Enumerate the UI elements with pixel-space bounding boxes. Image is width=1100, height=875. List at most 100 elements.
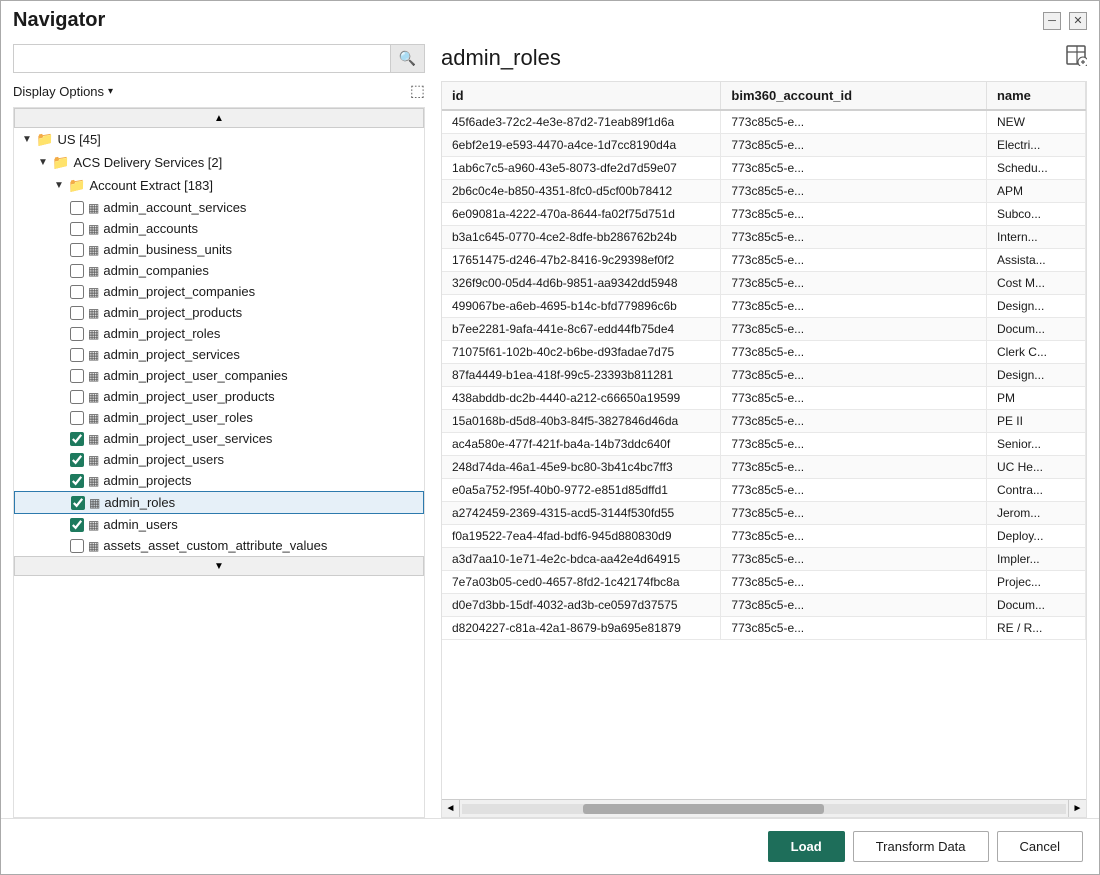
tree-toggle-acs[interactable]: ▼ bbox=[38, 157, 52, 168]
table-row[interactable]: 248d74da-46a1-45e9-bc80-3b41c4bc7ff3773c… bbox=[442, 456, 1086, 479]
cell-id: ac4a580e-477f-421f-ba4a-14b73ddc640f bbox=[442, 433, 721, 456]
table-row[interactable]: b3a1c645-0770-4ce2-8dfe-bb286762b24b773c… bbox=[442, 226, 1086, 249]
table-row[interactable]: e0a5a752-f95f-40b0-9772-e851d85dffd1773c… bbox=[442, 479, 1086, 502]
table-row[interactable]: 7e7a03b05-ced0-4657-8fd2-1c42174fbc8a773… bbox=[442, 571, 1086, 594]
tree-item-admin-account-services[interactable]: ▦ admin_account_services bbox=[14, 197, 424, 218]
table-row[interactable]: 499067be-a6eb-4695-b14c-bfd779896c6b773c… bbox=[442, 295, 1086, 318]
search-button[interactable]: 🔍 bbox=[390, 45, 424, 72]
checkbox-admin-users[interactable] bbox=[70, 518, 84, 532]
cell-name: Jerom... bbox=[986, 502, 1085, 525]
checkbox-admin-project-user-products[interactable] bbox=[70, 390, 84, 404]
tree-item-acs[interactable]: ▼ 📁 ACS Delivery Services [2] bbox=[14, 151, 424, 174]
table-row[interactable]: 1ab6c7c5-a960-43e5-8073-dfe2d7d59e07773c… bbox=[442, 157, 1086, 180]
tree-item-admin-companies[interactable]: ▦ admin_companies bbox=[14, 260, 424, 281]
search-input[interactable] bbox=[14, 46, 390, 71]
tree-item-assets-custom[interactable]: ▦ assets_asset_custom_attribute_values bbox=[14, 535, 424, 556]
table-row[interactable]: 6e09081a-4222-470a-8644-fa02f75d751d773c… bbox=[442, 203, 1086, 226]
tree-item-account-extract[interactable]: ▼ 📁 Account Extract [183] bbox=[14, 174, 424, 197]
scroll-thumb[interactable] bbox=[583, 804, 825, 814]
checkbox-admin-projects[interactable] bbox=[70, 474, 84, 488]
cell-bim360: 773c85c5-e... bbox=[721, 525, 987, 548]
select-all-icon[interactable]: ⬚ bbox=[410, 81, 425, 101]
tree-item-admin-project-products[interactable]: ▦ admin_project_products bbox=[14, 302, 424, 323]
table-row[interactable]: d0e7d3bb-15df-4032-ad3b-ce0597d37575773c… bbox=[442, 594, 1086, 617]
checkbox-admin-project-products[interactable] bbox=[70, 306, 84, 320]
tree-item-admin-project-users[interactable]: ▦ admin_project_users bbox=[14, 449, 424, 470]
preview-table-icon[interactable] bbox=[1065, 44, 1087, 71]
tree-scroll-up[interactable]: ▲ bbox=[14, 108, 424, 128]
label-admin-project-user-companies: admin_project_user_companies bbox=[103, 368, 287, 383]
scroll-left-button[interactable]: ◄ bbox=[442, 800, 460, 818]
tree-item-admin-accounts[interactable]: ▦ admin_accounts bbox=[14, 218, 424, 239]
tree-toggle-us[interactable]: ▼ bbox=[22, 134, 36, 145]
cell-bim360: 773c85c5-e... bbox=[721, 226, 987, 249]
table-row[interactable]: 6ebf2e19-e593-4470-a4ce-1d7cc8190d4a773c… bbox=[442, 134, 1086, 157]
checkbox-admin-project-users[interactable] bbox=[70, 453, 84, 467]
close-button[interactable]: ✕ bbox=[1069, 12, 1087, 30]
cell-id: 17651475-d246-47b2-8416-9c29398ef0f2 bbox=[442, 249, 721, 272]
table-icon: ▦ bbox=[88, 285, 99, 299]
table-icon: ▦ bbox=[88, 474, 99, 488]
tree-item-admin-project-user-companies[interactable]: ▦ admin_project_user_companies bbox=[14, 365, 424, 386]
table-header-row: id bim360_account_id name bbox=[442, 82, 1086, 110]
checkbox-admin-project-user-companies[interactable] bbox=[70, 369, 84, 383]
tree-item-admin-users[interactable]: ▦ admin_users bbox=[14, 514, 424, 535]
checkbox-admin-account-services[interactable] bbox=[70, 201, 84, 215]
display-options-button[interactable]: Display Options ▾ bbox=[13, 84, 113, 99]
tree-container[interactable]: ▲ ▼ 📁 US [45] ▼ 📁 ACS Delivery Services … bbox=[13, 107, 425, 818]
tree-item-admin-project-companies[interactable]: ▦ admin_project_companies bbox=[14, 281, 424, 302]
table-row[interactable]: b7ee2281-9afa-441e-8c67-edd44fb75de4773c… bbox=[442, 318, 1086, 341]
checkbox-admin-project-services[interactable] bbox=[70, 348, 84, 362]
tree-item-admin-project-user-products[interactable]: ▦ admin_project_user_products bbox=[14, 386, 424, 407]
checkbox-admin-companies[interactable] bbox=[70, 264, 84, 278]
cell-id: 45f6ade3-72c2-4e3e-87d2-71eab89f1d6a bbox=[442, 110, 721, 134]
tree-item-admin-project-roles[interactable]: ▦ admin_project_roles bbox=[14, 323, 424, 344]
table-row[interactable]: 326f9c00-05d4-4d6b-9851-aa9342dd5948773c… bbox=[442, 272, 1086, 295]
tree-item-admin-project-user-services[interactable]: ▦ admin_project_user_services bbox=[14, 428, 424, 449]
table-row[interactable]: ac4a580e-477f-421f-ba4a-14b73ddc640f773c… bbox=[442, 433, 1086, 456]
tree-scroll-down[interactable]: ▼ bbox=[14, 556, 424, 576]
tree-item-admin-projects[interactable]: ▦ admin_projects bbox=[14, 470, 424, 491]
checkbox-assets-custom[interactable] bbox=[70, 539, 84, 553]
tree-item-admin-roles[interactable]: ▦ admin_roles bbox=[14, 491, 424, 514]
table-row[interactable]: a2742459-2369-4315-acd5-3144f530fd55773c… bbox=[442, 502, 1086, 525]
table-row[interactable]: 2b6c0c4e-b850-4351-8fc0-d5cf00b78412773c… bbox=[442, 180, 1086, 203]
cell-name: Projec... bbox=[986, 571, 1085, 594]
col-header-name: name bbox=[986, 82, 1085, 110]
cell-name: RE / R... bbox=[986, 617, 1085, 640]
tree-item-admin-project-user-roles[interactable]: ▦ admin_project_user_roles bbox=[14, 407, 424, 428]
table-row[interactable]: 45f6ade3-72c2-4e3e-87d2-71eab89f1d6a773c… bbox=[442, 110, 1086, 134]
table-icon: ▦ bbox=[88, 453, 99, 467]
checkbox-admin-project-user-roles[interactable] bbox=[70, 411, 84, 425]
checkbox-admin-roles[interactable] bbox=[71, 496, 85, 510]
cancel-button[interactable]: Cancel bbox=[997, 831, 1083, 862]
checkbox-admin-project-roles[interactable] bbox=[70, 327, 84, 341]
table-row[interactable]: 15a0168b-d5d8-40b3-84f5-3827846d46da773c… bbox=[442, 410, 1086, 433]
tree-toggle-account-extract[interactable]: ▼ bbox=[54, 180, 68, 191]
transform-data-button[interactable]: Transform Data bbox=[853, 831, 989, 862]
minimize-button[interactable]: ─ bbox=[1043, 12, 1061, 30]
tree-item-us[interactable]: ▼ 📁 US [45] bbox=[14, 128, 424, 151]
checkbox-admin-accounts[interactable] bbox=[70, 222, 84, 236]
table-row[interactable]: 438abddb-dc2b-4440-a212-c66650a19599773c… bbox=[442, 387, 1086, 410]
checkbox-admin-project-companies[interactable] bbox=[70, 285, 84, 299]
table-row[interactable]: 17651475-d246-47b2-8416-9c29398ef0f2773c… bbox=[442, 249, 1086, 272]
checkbox-admin-project-user-services[interactable] bbox=[70, 432, 84, 446]
table-icon: ▦ bbox=[88, 348, 99, 362]
scroll-right-button[interactable]: ► bbox=[1068, 800, 1086, 818]
cell-id: d0e7d3bb-15df-4032-ad3b-ce0597d37575 bbox=[442, 594, 721, 617]
table-row[interactable]: d8204227-c81a-42a1-8679-b9a695e81879773c… bbox=[442, 617, 1086, 640]
table-row[interactable]: a3d7aa10-1e71-4e2c-bdca-aa42e4d64915773c… bbox=[442, 548, 1086, 571]
load-button[interactable]: Load bbox=[768, 831, 845, 862]
table-row[interactable]: f0a19522-7ea4-4fad-bdf6-945d880830d9773c… bbox=[442, 525, 1086, 548]
table-icon: ▦ bbox=[88, 539, 99, 553]
table-row[interactable]: 71075f61-102b-40c2-b6be-d93fadae7d75773c… bbox=[442, 341, 1086, 364]
scroll-track[interactable] bbox=[462, 804, 1066, 814]
tree-item-admin-business-units[interactable]: ▦ admin_business_units bbox=[14, 239, 424, 260]
horizontal-scrollbar[interactable]: ◄ ► bbox=[442, 799, 1086, 817]
table-row[interactable]: 87fa4449-b1ea-418f-99c5-23393b811281773c… bbox=[442, 364, 1086, 387]
table-scroll-container[interactable]: id bim360_account_id name 45f6ade3-72c2-… bbox=[442, 82, 1086, 799]
tree-item-admin-project-services[interactable]: ▦ admin_project_services bbox=[14, 344, 424, 365]
checkbox-admin-business-units[interactable] bbox=[70, 243, 84, 257]
label-admin-project-services: admin_project_services bbox=[103, 347, 240, 362]
